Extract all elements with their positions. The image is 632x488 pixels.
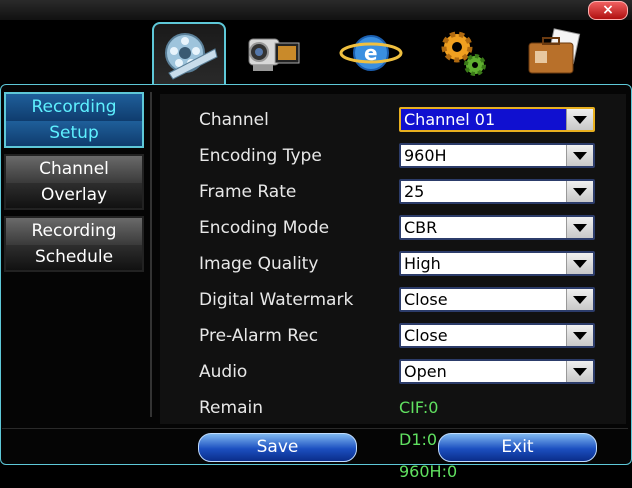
tab-camera[interactable] — [240, 22, 310, 84]
frame-rate-select[interactable]: 25 — [399, 179, 595, 204]
chevron-down-icon[interactable] — [566, 145, 593, 166]
tab-settings[interactable] — [428, 22, 498, 84]
encoding-type-value: 960H — [404, 146, 447, 165]
chevron-down-icon[interactable] — [566, 217, 593, 238]
video-reel-icon — [165, 33, 218, 80]
frame-rate-label: Frame Rate — [199, 182, 297, 202]
exit-button[interactable]: Exit — [438, 433, 597, 462]
network-globe-icon: e — [339, 35, 403, 71]
channel-select[interactable]: Channel 01 — [399, 107, 595, 132]
encoding-type-label: Encoding Type — [199, 146, 322, 166]
pre-alarm-rec-select[interactable]: Close — [399, 323, 595, 348]
svg-text:e: e — [364, 41, 378, 65]
audio-label: Audio — [199, 362, 248, 382]
audio-select[interactable]: Open — [399, 359, 595, 384]
camcorder-icon — [248, 38, 300, 71]
gears-icon — [441, 31, 486, 76]
tab-network[interactable]: e — [336, 22, 406, 84]
close-button[interactable]: × — [588, 1, 628, 20]
chevron-down-icon[interactable] — [566, 181, 593, 202]
chevron-down-icon[interactable] — [566, 361, 593, 382]
digital-watermark-value: Close — [404, 290, 448, 309]
close-icon: × — [602, 2, 614, 18]
chevron-down-icon[interactable] — [566, 325, 593, 346]
sidebar-item-label: Recording — [6, 218, 142, 245]
chevron-down-icon[interactable] — [566, 253, 593, 274]
sidebar-item-recording-schedule[interactable]: Recording Schedule — [4, 216, 144, 272]
settings-panel: Channel Channel 01 Encoding Type 960H Fr… — [160, 94, 626, 481]
frame-rate-value: 25 — [404, 182, 425, 201]
sidebar: Recording Setup Channel Overlay Recordin… — [4, 92, 148, 278]
chevron-down-icon[interactable] — [566, 109, 593, 130]
sidebar-item-label: Overlay — [6, 183, 142, 208]
divider — [150, 92, 152, 417]
remain-label: Remain — [199, 398, 263, 418]
image-quality-select[interactable]: High — [399, 251, 595, 276]
pre-alarm-rec-value: Close — [404, 326, 448, 345]
tab-record[interactable] — [152, 22, 226, 86]
sidebar-item-channel-overlay[interactable]: Channel Overlay — [4, 154, 144, 210]
encoding-mode-label: Encoding Mode — [199, 218, 330, 238]
encoding-type-select[interactable]: 960H — [399, 143, 595, 168]
digital-watermark-label: Digital Watermark — [199, 290, 354, 310]
pre-alarm-rec-label: Pre-Alarm Rec — [199, 326, 319, 346]
encoding-mode-select[interactable]: CBR — [399, 215, 595, 240]
tab-tools[interactable] — [520, 22, 590, 84]
digital-watermark-select[interactable]: Close — [399, 287, 595, 312]
channel-value: Channel 01 — [404, 110, 496, 129]
button-bar: Save Exit — [2, 428, 628, 462]
channel-label: Channel — [199, 110, 269, 130]
encoding-mode-value: CBR — [404, 218, 438, 237]
sidebar-item-recording-setup[interactable]: Recording Setup — [4, 92, 144, 148]
save-button[interactable]: Save — [198, 433, 357, 462]
image-quality-value: High — [404, 254, 441, 273]
sidebar-item-label: Setup — [6, 121, 142, 146]
menu-tab-bar: e — [0, 20, 632, 86]
audio-value: Open — [404, 362, 447, 381]
chevron-down-icon[interactable] — [566, 289, 593, 310]
sidebar-item-label: Channel — [6, 156, 142, 183]
image-quality-label: Image Quality — [199, 254, 319, 274]
briefcase-icon — [528, 28, 581, 74]
sidebar-item-label: Schedule — [6, 245, 142, 270]
sidebar-item-label: Recording — [6, 94, 142, 121]
title-bar: × — [0, 0, 632, 21]
